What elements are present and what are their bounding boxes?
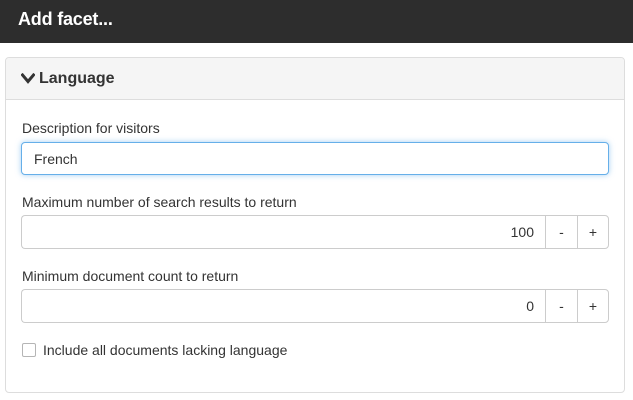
min-count-decrement-button[interactable]: - xyxy=(545,289,577,323)
min-count-label: Minimum document count to return xyxy=(22,268,239,284)
chevron-down-icon xyxy=(21,73,35,84)
min-count-increment-button[interactable]: + xyxy=(577,289,609,323)
facet-name: Language xyxy=(39,69,115,87)
description-input[interactable] xyxy=(21,142,609,175)
min-count-input[interactable] xyxy=(21,289,545,323)
include-missing-label[interactable]: Include all documents lacking language xyxy=(43,342,287,358)
description-label: Description for visitors xyxy=(22,120,160,136)
max-results-stepper: - + xyxy=(21,215,609,249)
facet-panel-toggle[interactable]: Language xyxy=(6,58,624,100)
max-results-increment-button[interactable]: + xyxy=(577,215,609,249)
min-count-stepper: - + xyxy=(21,289,609,323)
facet-panel: Language Description for visitors Maximu… xyxy=(5,57,625,393)
max-results-label: Maximum number of search results to retu… xyxy=(22,194,297,210)
max-results-decrement-button[interactable]: - xyxy=(545,215,577,249)
include-missing-row: Include all documents lacking language xyxy=(22,342,287,358)
dialog-title: Add facet... xyxy=(0,0,633,43)
include-missing-checkbox[interactable] xyxy=(22,343,36,357)
max-results-input[interactable] xyxy=(21,215,545,249)
